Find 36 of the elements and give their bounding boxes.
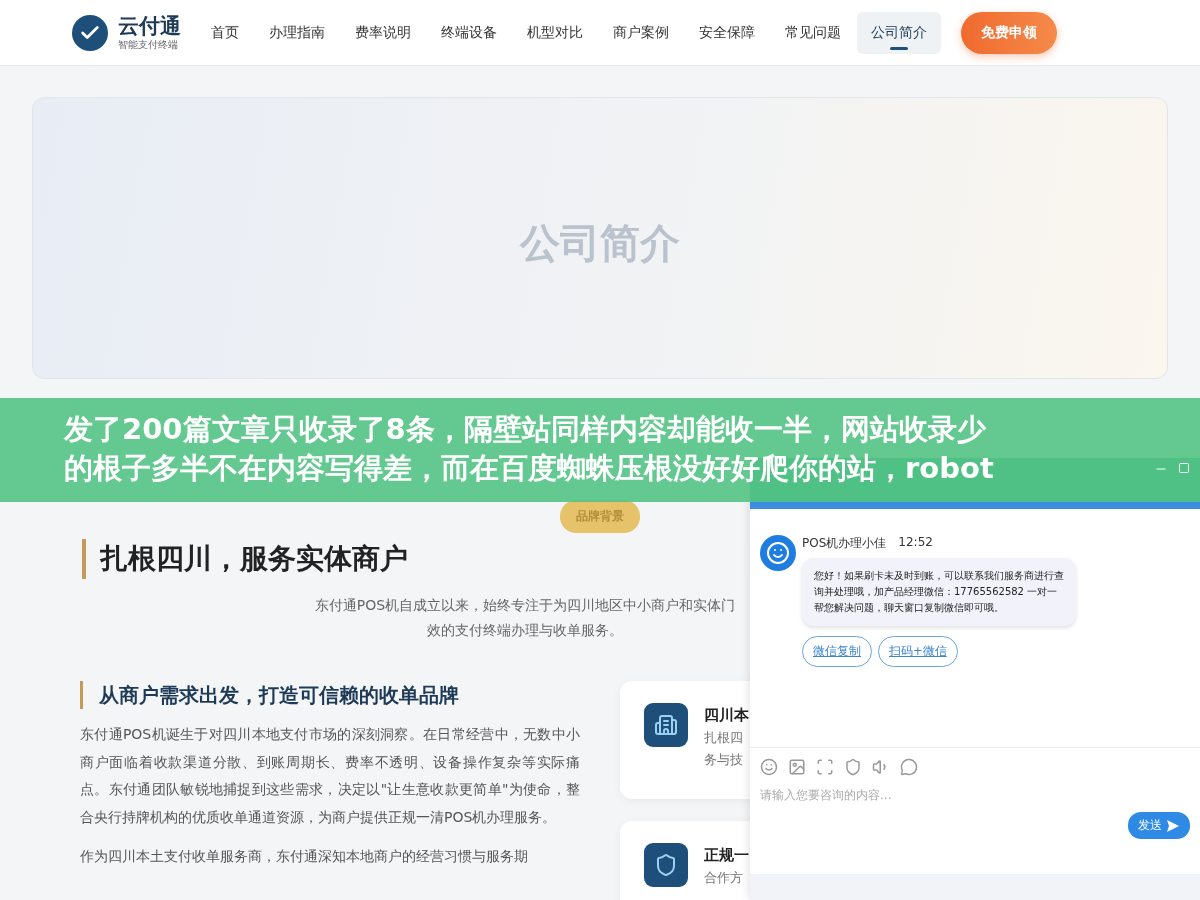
nav-link[interactable]: 办理指南 (255, 11, 339, 54)
building-icon (644, 703, 688, 747)
screenshot-icon[interactable] (816, 758, 834, 776)
shield-icon (644, 843, 688, 887)
nav-link[interactable]: 商户案例 (599, 11, 683, 54)
avatar-icon (760, 535, 796, 571)
shield-icon[interactable] (844, 758, 862, 776)
body-paragraph: 东付通POS机诞生于对四川本地支付市场的深刻洞察。在日常经营中，无数中小商户面临着收款渠道分散、到账周期长、费率不透明、设备操作复杂等实际痛点。东付通团队敏锐地捕捉到这些需求，决定以"让生意收款更简单"为使命，整合央行持牌机构的优质收单通道资源，为商户提供正规一清POS机办理服务。 (80, 725, 580, 827)
chat-bubbles-icon[interactable] (900, 758, 918, 776)
nav-link[interactable]: 机型对比 (513, 11, 597, 54)
card-text: 扎根四 (704, 729, 744, 747)
send-icon (1166, 818, 1180, 833)
nav-link[interactable]: 终端设备 (427, 11, 511, 54)
logo-name: 云付通 (118, 13, 181, 38)
chat-bubble: 您好！如果刷卡未及时到账，可以联系我们服务商进行查询并处理哦，加产品经理微信：17765562582 一对一帮您解决问题，聊天窗口复制微信即可哦。 (802, 558, 1076, 626)
nav-link[interactable]: 费率说明 (341, 11, 425, 54)
image-icon[interactable] (788, 758, 806, 776)
check-logo-icon (72, 14, 108, 51)
nav-link[interactable]: 常见问题 (771, 11, 855, 54)
body-paragraph: 作为四川本土支付收单服务商，东付通深知本地商户的经营习惯与服务期 (80, 847, 529, 866)
intro-text: 东付通POS机自成立以来，始终专注于为四川地区中小商户和实体门 效的支付终端办理与收单服务。 (313, 596, 737, 640)
send-button[interactable]: 发送 (1128, 812, 1190, 839)
quick-reply-button[interactable]: 扫码+微信 (878, 636, 958, 667)
card-text: 务与技 (704, 751, 744, 769)
nav-link[interactable]: 首页 (197, 11, 253, 54)
card-title: 正规一 (704, 845, 749, 866)
subheading: 从商户需求出发，打造可信赖的收单品牌 (80, 681, 580, 709)
quick-reply-button[interactable]: 微信复制 (802, 636, 872, 667)
nav-link[interactable]: 安全保障 (685, 11, 769, 54)
emoji-icon[interactable] (760, 758, 778, 776)
nav-link[interactable]: 公司简介 (857, 11, 941, 54)
maximize-icon[interactable] (1178, 462, 1190, 474)
card-title: 四川本 (704, 705, 749, 726)
logo-tagline: 智能支付终端 (118, 37, 179, 52)
banner-text: 发了200篇文章只收录了8条，隔壁站同样内容却能收一半，网站收录少 的根子多半不在内容写得差，而在百度蜘蛛压根没好好爬你的站，robot (64, 411, 995, 487)
card-text: 合作方 (704, 869, 744, 887)
